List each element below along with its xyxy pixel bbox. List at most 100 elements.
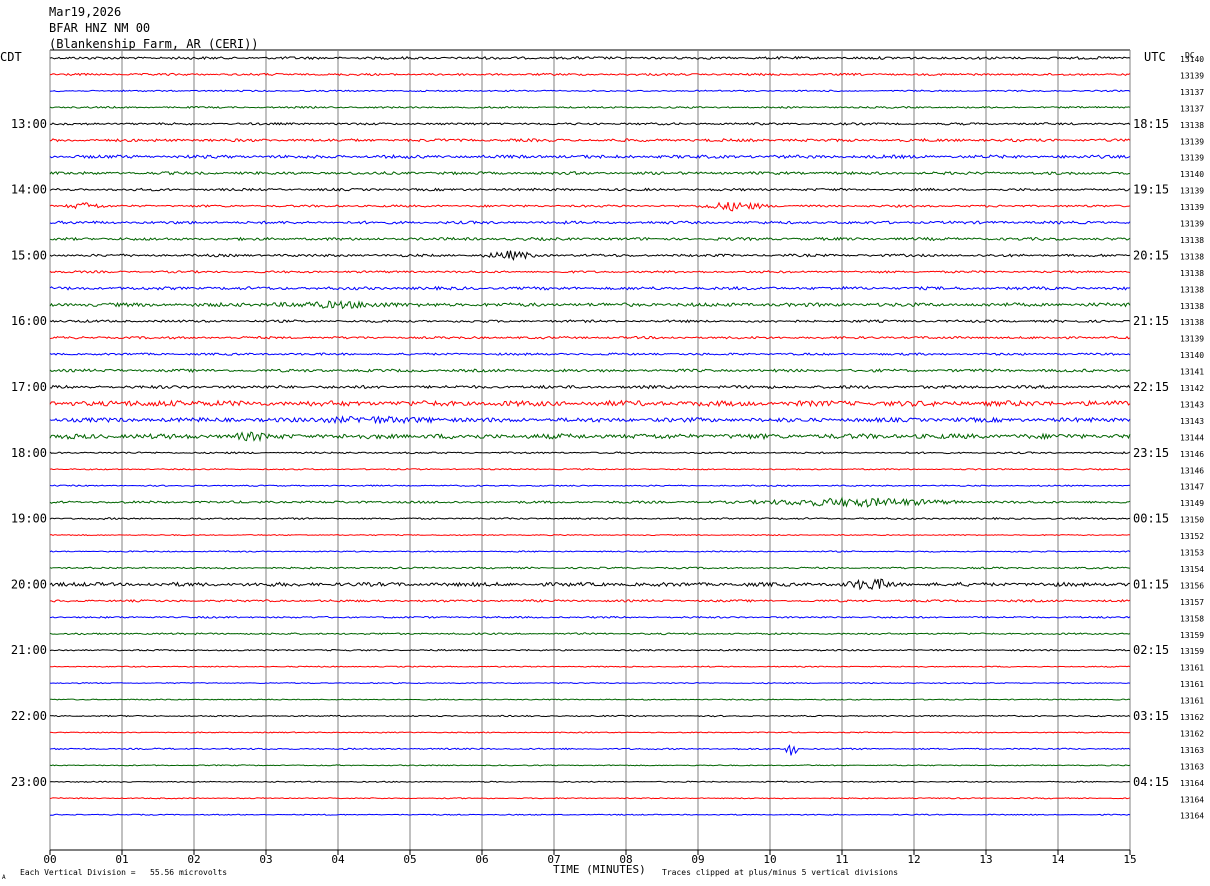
- seismic-trace-line: [49, 368, 1130, 374]
- x-tick-label: 00: [43, 853, 56, 866]
- x-tick-label: 10: [763, 853, 776, 866]
- right-hour-label: 01:15: [1133, 577, 1169, 591]
- right-hour-label: 22:15: [1133, 380, 1169, 394]
- dc-offset-label: 13152: [1180, 532, 1204, 541]
- helicorder-plot: 00 01 02 03 04 05 06 07 08 09 10 11 12 13 14 1513140131…: [0, 49, 1204, 881]
- left-timezone-label: CDT: [0, 50, 22, 64]
- dc-offset-label: 13139: [1180, 71, 1204, 80]
- seismic-trace-line: [49, 780, 1131, 783]
- dc-offset-label: 13139: [1180, 187, 1204, 196]
- dc-offset-label: 13164: [1180, 795, 1204, 804]
- dc-offset-label: 13150: [1180, 516, 1204, 525]
- seismic-trace-line: [49, 154, 1131, 160]
- dc-offset-label: 13161: [1180, 697, 1204, 706]
- seismic-trace-line: [49, 451, 1131, 455]
- right-timezone-label: UTC: [1144, 50, 1166, 64]
- right-hour-label: 18:15: [1133, 117, 1169, 131]
- seismic-trace-line: [49, 122, 1131, 126]
- dc-offset-label: 13159: [1180, 631, 1204, 640]
- seismic-trace-line: [49, 201, 1131, 212]
- seismic-trace-line: [49, 236, 1131, 242]
- seismic-trace-line: [49, 415, 1131, 425]
- seismic-trace-line: [49, 578, 1130, 591]
- corner-mark: A: [2, 874, 6, 881]
- left-hour-label: 23:00: [11, 775, 47, 789]
- left-hour-label: 14:00: [11, 183, 47, 197]
- seismic-trace-line: [49, 731, 1131, 734]
- dc-offset-label: 13140: [1180, 170, 1204, 179]
- dc-offset-label: 13164: [1180, 779, 1204, 788]
- dc-offset-label: 13143: [1180, 400, 1204, 409]
- dc-offset-label: 13140: [1180, 351, 1204, 360]
- right-hour-label: 20:15: [1133, 248, 1169, 262]
- left-hour-label: 16:00: [11, 314, 47, 328]
- dc-offset-label: 13161: [1180, 680, 1204, 689]
- dc-offset-label: 13139: [1180, 203, 1204, 212]
- dc-offset-label: 13139: [1180, 154, 1204, 163]
- right-hour-label: 00:15: [1133, 512, 1169, 526]
- seismic-trace-line: [49, 319, 1131, 324]
- dc-offset-label: 13144: [1180, 433, 1204, 442]
- left-hour-label: 18:00: [11, 446, 47, 460]
- seismic-trace-line: [49, 55, 1131, 60]
- clip-note: Traces clipped at plus/minus 5 vertical …: [662, 868, 898, 877]
- right-hour-label: 21:15: [1133, 314, 1169, 328]
- seismic-trace-line: [49, 269, 1131, 274]
- dc-offset-label: 13157: [1180, 598, 1204, 607]
- dc-offset-label: 13137: [1180, 88, 1204, 97]
- dc-offset-label: 13138: [1180, 252, 1204, 261]
- seismic-trace-line: [49, 496, 1131, 508]
- dc-offset-label: 13162: [1180, 729, 1204, 738]
- dc-offset-label: 13163: [1180, 762, 1204, 771]
- seismic-trace-line: [49, 797, 1131, 800]
- dc-offset-label: 13159: [1180, 647, 1204, 656]
- left-hour-label: 13:00: [11, 117, 47, 131]
- x-tick-label: 04: [331, 853, 345, 866]
- dc-offset-label: 13138: [1180, 302, 1204, 311]
- x-tick-label: 03: [259, 853, 272, 866]
- seismic-trace-line: [49, 399, 1131, 408]
- dc-offset-label: 13154: [1180, 565, 1204, 574]
- dc-offset-label: 13147: [1180, 483, 1204, 492]
- seismic-trace-line: [49, 137, 1131, 143]
- seismic-trace-line: [49, 682, 1131, 685]
- dc-offset-label: 13138: [1180, 285, 1204, 294]
- seismic-trace-line: [49, 220, 1131, 225]
- dc-offset-label: 13156: [1180, 581, 1204, 590]
- dc-offset-label: 13146: [1180, 466, 1204, 475]
- dc-offset-label: 13161: [1180, 664, 1204, 673]
- x-axis-title: TIME (MINUTES): [553, 863, 646, 876]
- seismic-trace-line: [49, 516, 1131, 521]
- dc-offset-label: 13139: [1180, 220, 1204, 229]
- left-hour-label: 22:00: [11, 709, 47, 723]
- seismic-trace-line: [49, 352, 1131, 356]
- seismic-trace-line: [49, 550, 1131, 553]
- seismic-traces: [49, 55, 1131, 816]
- seismic-trace-line: [49, 285, 1131, 291]
- seismic-trace-line: [49, 431, 1131, 443]
- seismic-trace-line: [49, 714, 1131, 718]
- right-hour-label: 04:15: [1133, 775, 1169, 789]
- seismic-trace-line: [49, 615, 1131, 619]
- left-hour-label: 21:00: [11, 643, 47, 657]
- seismic-trace-line: [49, 187, 1131, 192]
- left-hour-label: 15:00: [11, 248, 47, 262]
- dc-offset-label: 13138: [1180, 269, 1204, 278]
- right-hour-label: 23:15: [1133, 446, 1169, 460]
- seismic-trace-line: [49, 813, 1131, 816]
- seismic-trace-line: [49, 484, 1131, 487]
- seismic-trace-line: [49, 467, 1131, 471]
- dc-label: DC: [1185, 51, 1195, 60]
- seismic-trace-line: [49, 648, 1131, 652]
- seismic-trace-line: [49, 335, 1131, 340]
- axis-labels: 00 01 02 03 04 05 06 07 08 09 10 11 12 13 14 1513140131…: [11, 55, 1204, 866]
- seismic-trace-line: [50, 598, 1131, 603]
- x-tick-label: 13: [979, 853, 992, 866]
- dc-offset-label: 13142: [1180, 384, 1204, 393]
- x-tick-label: 11: [835, 853, 848, 866]
- x-tick-label: 14: [1051, 853, 1065, 866]
- x-tick-label: 15: [1123, 853, 1136, 866]
- dc-offset-label: 13138: [1180, 121, 1204, 130]
- dc-offset-label: 13149: [1180, 499, 1204, 508]
- dc-offset-label: 13146: [1180, 450, 1204, 459]
